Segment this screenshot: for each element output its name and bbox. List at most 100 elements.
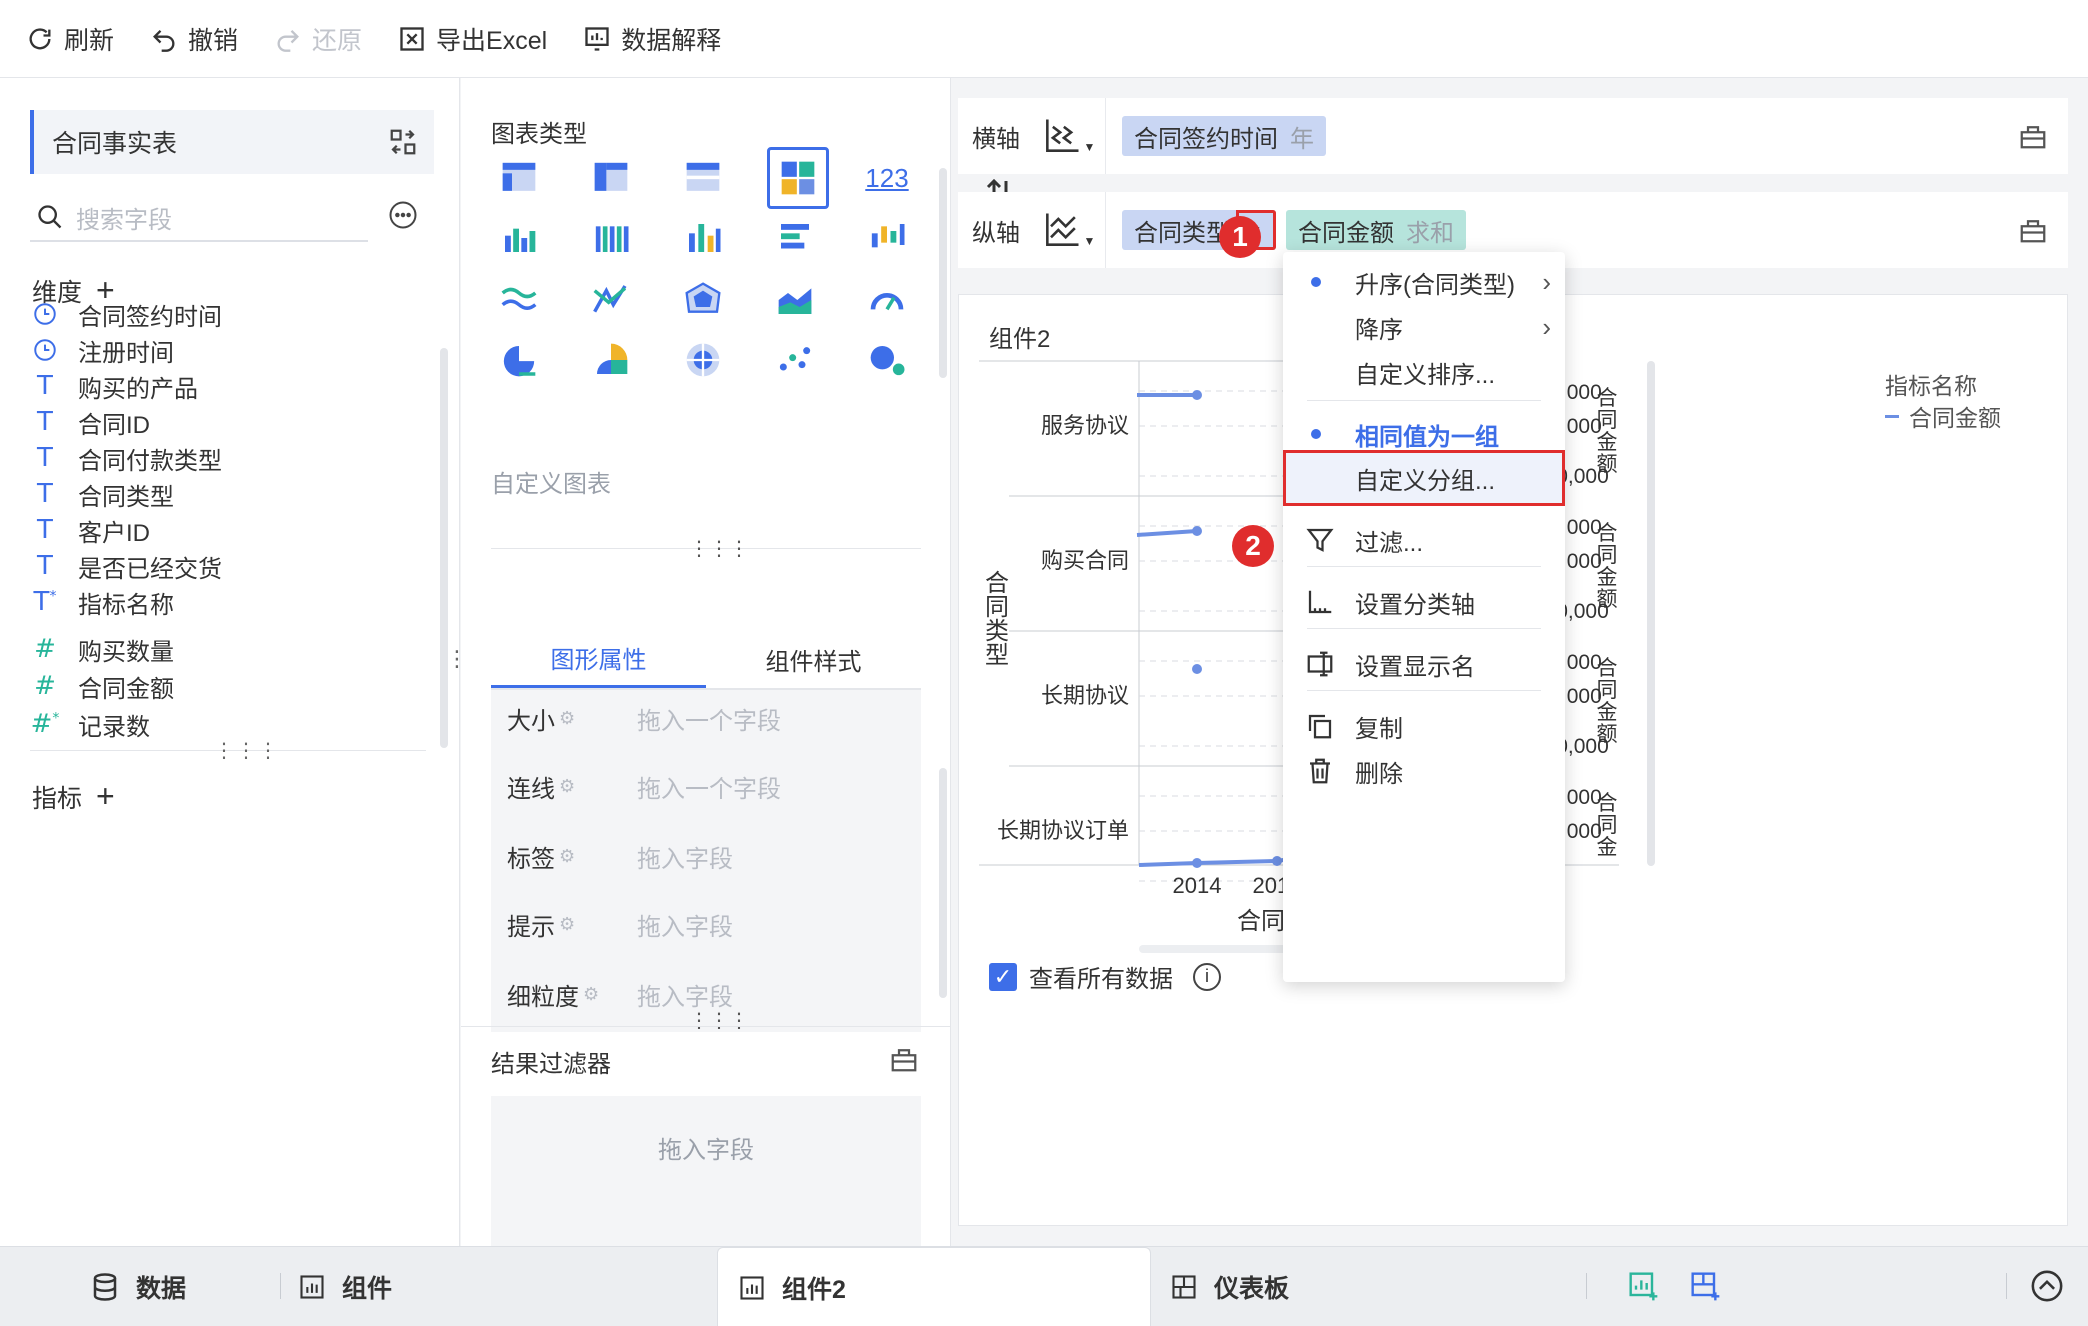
dimension-field[interactable]: T 是否已经交货 <box>32 546 222 586</box>
property-row[interactable]: 连线 ⚙ 拖入一个字段 <box>491 748 921 824</box>
data-explain-button[interactable]: 数据解释 <box>583 21 721 57</box>
dataset-selector[interactable]: 合同事实表 <box>30 110 434 174</box>
resize-handle-icon[interactable]: ⋮⋮⋮ <box>689 536 749 561</box>
refresh-icon <box>29 27 51 49</box>
measure-field[interactable]: # 购买数量 <box>32 629 174 669</box>
pie-icon[interactable] <box>491 332 547 388</box>
dimension-field[interactable]: T* 指标名称 <box>32 582 174 622</box>
x-axis-type-button[interactable]: ▼ <box>1030 98 1106 174</box>
dimension-field[interactable]: T 购买的产品 <box>32 366 198 406</box>
line-icon[interactable] <box>491 272 547 328</box>
redo-button[interactable]: 还原 <box>274 21 362 57</box>
range-bar-icon[interactable] <box>859 210 915 266</box>
field-search-input[interactable]: 搜索字段 <box>30 194 368 242</box>
gear-icon[interactable]: ⚙ <box>559 846 575 867</box>
auto-chart-icon[interactable] <box>767 147 829 209</box>
radar-line-icon[interactable] <box>583 272 639 328</box>
multi-bar-icon[interactable] <box>491 210 547 266</box>
resize-handle-icon[interactable]: ⋮⋮⋮ <box>214 738 280 763</box>
tab-data[interactable]: 数据 <box>90 1247 186 1326</box>
add-measure-icon[interactable]: + <box>96 778 115 815</box>
dimension-field-label: 注册时间 <box>78 339 174 367</box>
scatter-icon[interactable] <box>767 332 823 388</box>
x-axis-config-icon[interactable] <box>2018 121 2048 151</box>
gear-icon[interactable]: ⚙ <box>583 984 599 1005</box>
gear-icon[interactable]: ⚙ <box>559 914 575 935</box>
resize-handle-icon[interactable]: ⋮⋮⋮ <box>689 1008 749 1033</box>
right-axis-label-char: 同 <box>1597 679 1618 702</box>
y-axis-type-button[interactable]: ▼ <box>1030 192 1106 268</box>
more-options-icon[interactable] <box>388 200 418 230</box>
x-axis-field-pill[interactable]: 合同签约时间 年 <box>1122 116 1326 156</box>
menu-item-label: 相同值为一组 <box>1355 423 1499 451</box>
tab-graphic-properties[interactable]: 图形属性 <box>491 630 706 688</box>
right-axis-label-char: 合 <box>1597 522 1618 545</box>
y-axis-field-pill-amount[interactable]: 合同金额 求和 <box>1286 210 1466 250</box>
measure-field[interactable]: # 合同金额 <box>32 666 174 706</box>
menu-item-label: 设置显示名 <box>1355 653 1475 681</box>
filter-icon <box>1305 525 1335 555</box>
polygon-icon[interactable] <box>675 272 731 328</box>
column-icon[interactable] <box>675 210 731 266</box>
custom-chart-label[interactable]: 自定义图表 <box>491 464 611 499</box>
step-badge-1: 1 <box>1219 216 1261 258</box>
dimension-field[interactable]: 合同签约时间 <box>32 294 222 334</box>
stacked-bar-icon[interactable] <box>583 210 639 266</box>
property-row[interactable]: 标签 ⚙ 拖入字段 <box>491 818 921 894</box>
checkbox-checked-icon[interactable]: ✓ <box>989 962 1017 991</box>
gear-icon[interactable]: ⚙ <box>559 708 575 729</box>
search-placeholder: 搜索字段 <box>76 206 172 234</box>
right-axis-label-char: 同 <box>1597 409 1618 432</box>
grouped-table-icon[interactable] <box>491 150 547 206</box>
switch-dataset-icon[interactable] <box>388 127 418 157</box>
rose-icon[interactable] <box>583 332 639 388</box>
y-axis-config-icon[interactable] <box>2018 215 2048 245</box>
cross-table-icon[interactable] <box>583 150 639 206</box>
undo-button[interactable]: 撤销 <box>150 21 238 57</box>
left-scrollbar[interactable] <box>440 348 448 748</box>
property-row[interactable]: 提示 ⚙ 拖入字段 <box>491 886 921 962</box>
result-filter-dropzone[interactable]: 拖入字段 <box>491 1096 921 1246</box>
bar-horizontal-icon[interactable] <box>767 210 823 266</box>
property-scrollbar[interactable] <box>939 768 947 998</box>
tab-component2[interactable]: 组件2 <box>717 1247 1151 1326</box>
property-row[interactable]: 大小 ⚙ 拖入一个字段 <box>491 690 921 756</box>
collapse-up-icon[interactable] <box>2030 1269 2064 1303</box>
dimension-field[interactable]: T 合同ID <box>32 402 150 442</box>
sunburst-icon[interactable] <box>675 332 731 388</box>
export-excel-button[interactable]: 导出Excel <box>398 21 547 57</box>
menu-item[interactable]: 自定义排序... <box>1283 344 1565 400</box>
dimension-field[interactable]: 注册时间 <box>32 330 174 370</box>
view-all-data-label: 查看所有数据 <box>1029 966 1173 993</box>
view-all-data-toggle[interactable]: ✓ 查看所有数据 i <box>989 959 1221 994</box>
legend-item[interactable]: 合同金额 <box>1885 399 2001 433</box>
tab-dashboard[interactable]: 仪表板 <box>1170 1247 1289 1326</box>
tab-data-label: 数据 <box>136 1275 187 1303</box>
property-dropzone-placeholder: 拖入字段 <box>637 913 733 941</box>
menu-item[interactable]: 删除 <box>1283 743 1565 799</box>
menu-item[interactable]: 自定义分组... <box>1283 450 1565 506</box>
dimension-field[interactable]: T 合同类型 <box>32 474 174 514</box>
dimension-field[interactable]: T 合同付款类型 <box>32 438 222 478</box>
gauge-icon[interactable] <box>859 272 915 328</box>
menu-item[interactable]: 设置显示名 <box>1283 636 1565 692</box>
menu-item[interactable]: 过滤... <box>1283 512 1565 568</box>
dimension-field[interactable]: T 客户ID <box>32 510 150 550</box>
tab-component-style[interactable]: 组件样式 <box>706 630 921 688</box>
kpi-123-icon[interactable]: 123 <box>859 150 915 206</box>
area-icon[interactable] <box>767 272 823 328</box>
refresh-button[interactable]: 刷新 <box>26 21 114 57</box>
filter-config-icon[interactable] <box>889 1044 919 1074</box>
bubble-icon[interactable] <box>859 332 915 388</box>
info-icon[interactable]: i <box>1193 962 1221 991</box>
add-dashboard-icon[interactable] <box>1690 1271 1722 1303</box>
menu-item[interactable]: 设置分类轴 <box>1283 574 1565 630</box>
measure-section-header: 指标 + <box>32 778 115 815</box>
measure-field[interactable]: #* 记录数 <box>31 704 150 744</box>
gear-icon[interactable]: ⚙ <box>559 776 575 797</box>
detail-table-icon[interactable] <box>675 150 731 206</box>
add-component-icon[interactable] <box>1628 1271 1660 1303</box>
tab-component[interactable]: 组件 <box>298 1247 392 1326</box>
property-list: 大小 ⚙ 拖入一个字段 连线 ⚙ 拖入一个字段 标签 ⚙ 拖入字段 提示 ⚙ 拖入字段 细粒度 ⚙ 拖入字段 <box>461 690 951 1100</box>
chart-type-scrollbar[interactable] <box>939 168 947 378</box>
